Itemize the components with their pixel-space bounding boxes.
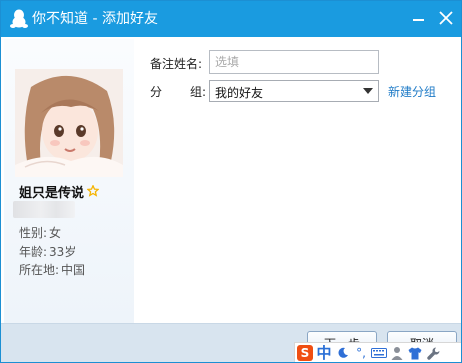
gender-line: 性别: 女 — [19, 224, 61, 241]
group-select-value: 我的好友 — [215, 86, 264, 100]
age-value: 33岁 — [49, 245, 77, 259]
remark-name-label: 备注姓名: — [150, 57, 203, 71]
new-group-link[interactable]: 新建分组 — [388, 83, 436, 100]
location-label: 所在地: — [19, 263, 60, 277]
gender-label: 性别: — [19, 226, 48, 240]
ime-toolbar[interactable]: S 中 °, — [294, 342, 461, 362]
nickname-row: 姐只是传说 — [19, 183, 100, 201]
age-line: 年龄: 33岁 — [19, 243, 76, 260]
profile-panel: 姐只是传说 性别: 女 年龄: 33岁 所在地: 中国 — [4, 39, 134, 325]
window-title: 你不知道 - 添加好友 — [32, 11, 158, 27]
moon-icon[interactable] — [335, 345, 351, 361]
avatar[interactable] — [15, 69, 123, 177]
keyboard-icon[interactable] — [371, 345, 387, 361]
sogou-logo-icon[interactable]: S — [297, 345, 313, 361]
group-label: 分 组: — [150, 83, 206, 100]
star-icon — [86, 184, 100, 197]
nickname: 姐只是传说 — [19, 185, 85, 201]
shirt-icon[interactable] — [407, 345, 423, 361]
close-button[interactable] — [433, 5, 459, 31]
chevron-down-icon — [363, 88, 373, 94]
add-friend-window: 你不知道 - 添加好友 姐只是传说 性别: 女 年龄: 33岁 所在地: 中国 … — [0, 0, 462, 363]
location-value: 中国 — [61, 263, 86, 277]
group-select[interactable]: 我的好友 — [209, 80, 379, 102]
age-label: 年龄: — [19, 245, 48, 259]
remark-name-input[interactable] — [209, 50, 379, 74]
close-icon — [439, 11, 453, 25]
qq-penguin-icon — [10, 9, 28, 29]
location-line: 所在地: 中国 — [19, 261, 85, 278]
group-label-part1: 分 — [150, 85, 163, 99]
minimize-button[interactable] — [405, 5, 431, 31]
ime-mode-toggle[interactable]: 中 — [315, 345, 333, 361]
gender-value: 女 — [49, 226, 62, 240]
user-icon[interactable] — [389, 345, 405, 361]
title-bar[interactable]: 你不知道 - 添加好友 — [1, 1, 461, 37]
qq-number-redacted — [13, 201, 75, 218]
wrench-icon[interactable] — [425, 345, 441, 361]
punctuation-icon[interactable]: °, — [353, 345, 369, 361]
group-label-part2: 组: — [189, 85, 206, 99]
